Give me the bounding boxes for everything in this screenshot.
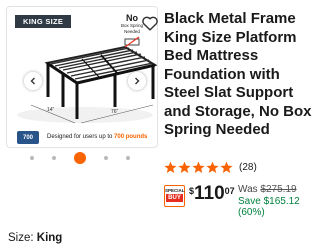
special-buy-badge: SPECIAL BUY	[164, 185, 185, 207]
dimension-left-label: 14"	[47, 107, 55, 113]
star-icon	[220, 161, 233, 174]
save-percent: (60%)	[238, 207, 265, 218]
carousel-dot[interactable]	[126, 156, 130, 160]
price-dollars: 110	[194, 183, 225, 204]
product-image-gallery: 14" 76" KING SIZE No Box Spring Needed 7…	[0, 0, 160, 168]
was-price: $275.19	[260, 184, 297, 195]
star-icon	[164, 161, 177, 174]
carousel-dot-active[interactable]	[74, 152, 86, 164]
next-image-button[interactable]	[128, 72, 146, 90]
carousel-dot[interactable]	[52, 156, 56, 160]
was-label: Was	[238, 184, 261, 195]
size-option-label: Size: King	[8, 232, 62, 244]
heart-icon	[142, 16, 158, 31]
weight-note-prefix: Designed for users up to	[47, 134, 115, 140]
weight-capacity-note: Designed for users up to 700 pounds	[47, 134, 147, 140]
star-icon	[192, 161, 205, 174]
weight-note-value: 700 pounds	[114, 134, 148, 140]
price-cents: 07	[224, 186, 235, 196]
dimension-right-label: 76"	[111, 109, 119, 115]
product-title: Black Metal Frame King Size Platform Bed…	[164, 10, 312, 138]
star-icon	[178, 161, 191, 174]
chevron-left-icon	[30, 77, 35, 85]
size-tag: KING SIZE	[15, 15, 72, 28]
favorite-button[interactable]	[141, 15, 159, 31]
size-value: King	[36, 232, 63, 244]
savings-info: Was $275.19 Save $165.12 (60%)	[238, 184, 300, 219]
review-count[interactable]: (28)	[239, 162, 257, 173]
carousel-dot[interactable]	[30, 156, 34, 160]
carousel-dots	[30, 150, 130, 166]
no-box-spring-icon	[124, 36, 140, 48]
weight-capacity-badge: 700	[17, 131, 39, 144]
star-icon	[206, 161, 219, 174]
star-rating	[164, 161, 233, 174]
carousel-dot[interactable]	[104, 156, 108, 160]
chevron-right-icon	[135, 77, 140, 85]
size-label-prefix: Size:	[8, 232, 37, 244]
current-price: $ 110 07	[189, 183, 235, 204]
special-buy-bottom: BUY	[166, 194, 183, 202]
previous-image-button[interactable]	[24, 72, 42, 90]
rating-row[interactable]: (28)	[164, 161, 257, 174]
save-amount: Save $165.12	[238, 195, 300, 207]
